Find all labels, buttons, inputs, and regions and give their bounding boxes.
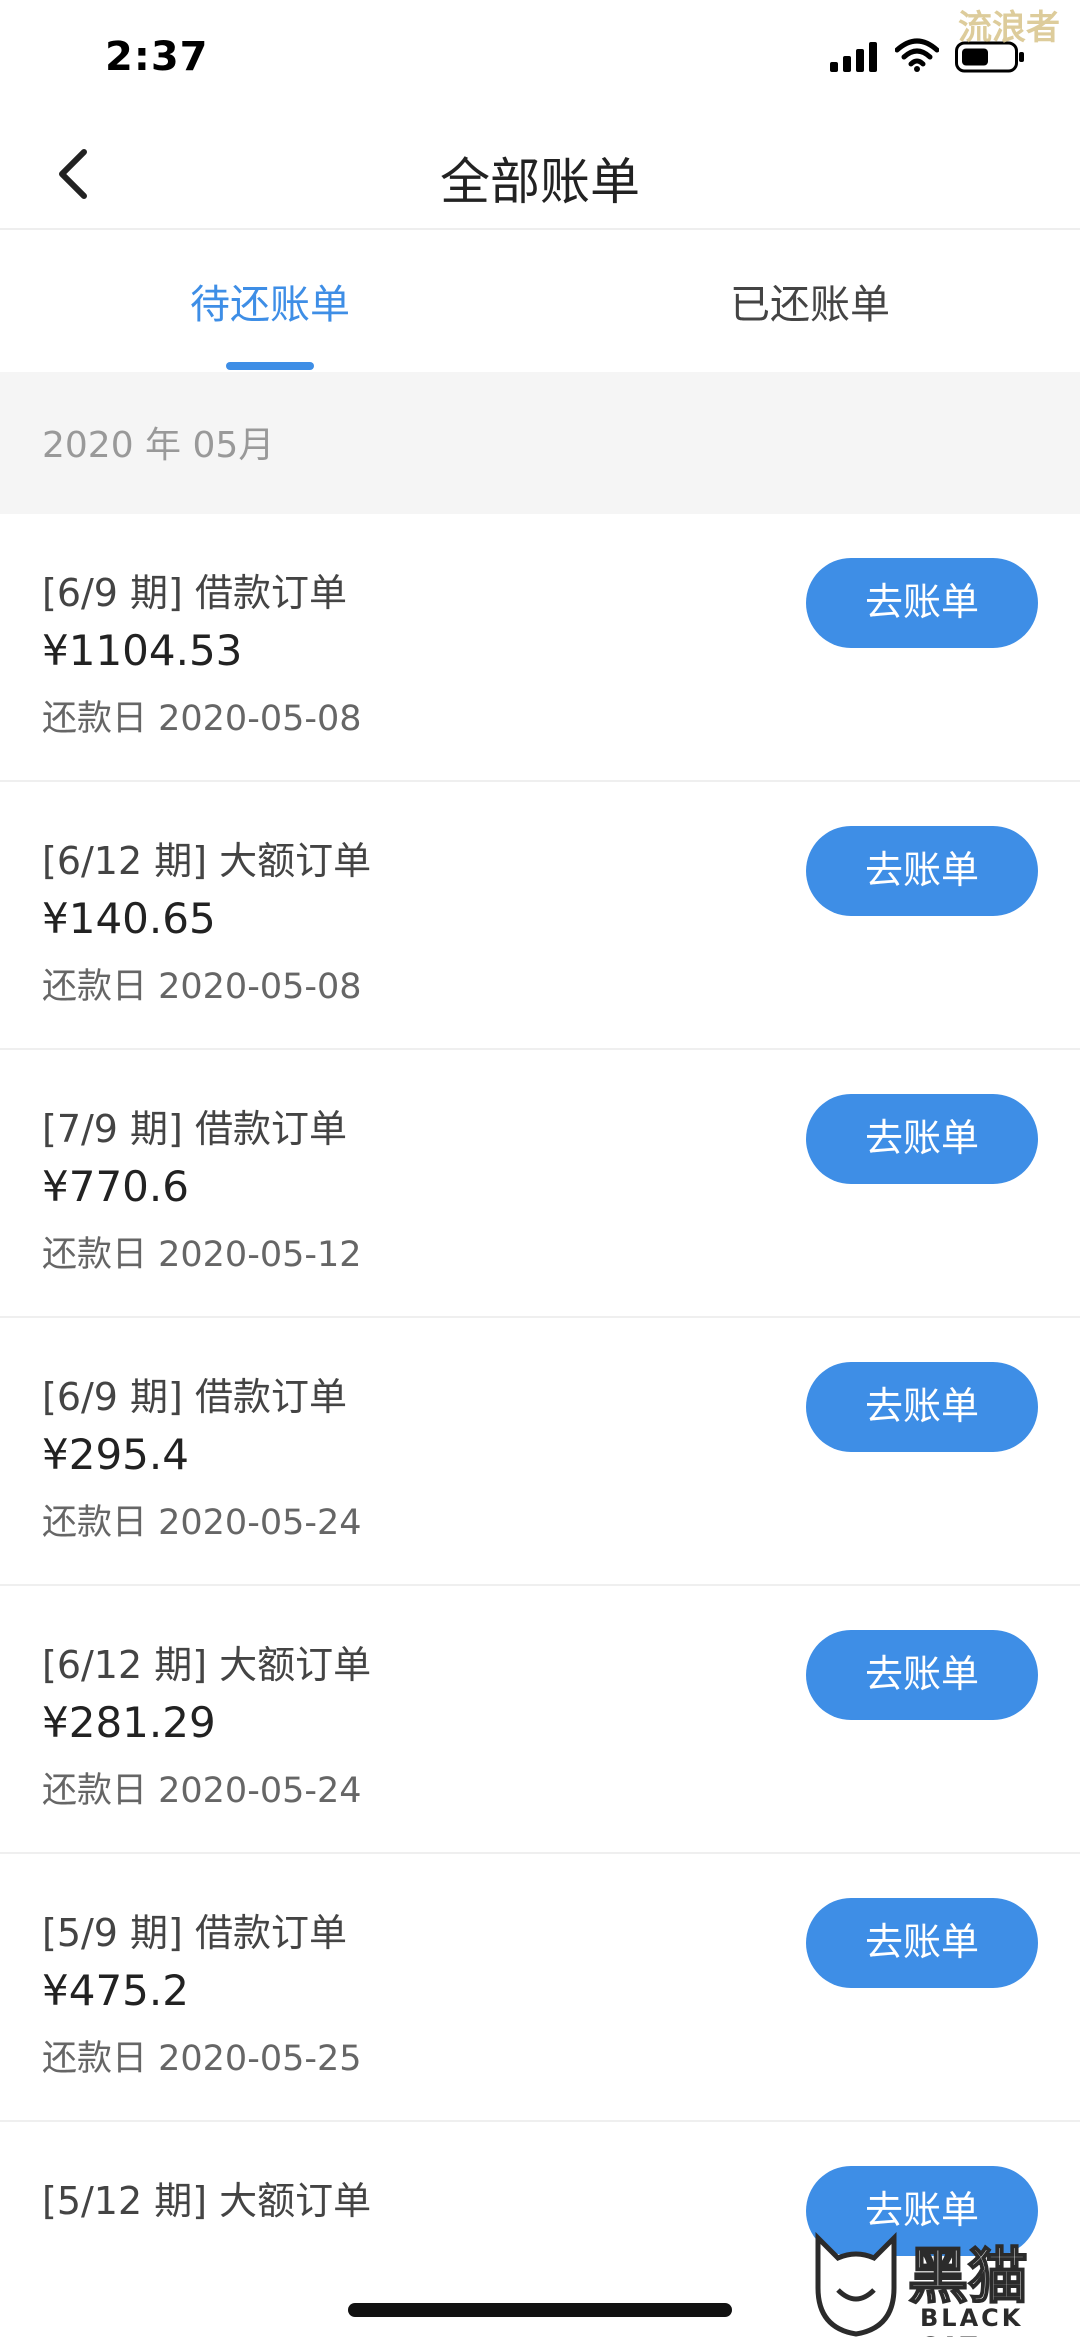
bill-list-item: [6/9 期] 借款订单 ¥1104.53 还款日 2020-05-08 去账单 — [0, 514, 1080, 782]
month-label: 2020 年 05月 — [42, 425, 275, 466]
bill-due-date: 还款日 2020-05-08 — [42, 699, 362, 739]
bill-title: [7/9 期] 借款订单 — [42, 1107, 347, 1151]
bill-due-date: 还款日 2020-05-08 — [42, 967, 362, 1007]
bill-title: [5/12 期] 大额订单 — [42, 2179, 372, 2223]
status-bar: 2:37 流浪者 — [0, 0, 1080, 120]
bill-due-date: 还款日 2020-05-25 — [42, 2039, 362, 2079]
bill-due-date: 还款日 2020-05-12 — [42, 1235, 362, 1275]
watermark-brand-cn: 黑猫 — [907, 2241, 1029, 2313]
bill-list-item: [6/12 期] 大额订单 ¥140.65 还款日 2020-05-08 去账单 — [0, 782, 1080, 1050]
cellular-signal-icon — [830, 42, 877, 72]
view-bill-button[interactable]: 去账单 — [806, 826, 1038, 916]
bill-title: [6/12 期] 大额订单 — [42, 1643, 372, 1687]
view-bill-button[interactable]: 去账单 — [806, 1362, 1038, 1452]
tab-paid-bills[interactable]: 已还账单 — [730, 272, 890, 330]
bill-list: [6/9 期] 借款订单 ¥1104.53 还款日 2020-05-08 去账单… — [0, 514, 1080, 2337]
cat-logo-icon — [815, 2231, 897, 2337]
home-indicator[interactable] — [348, 2303, 732, 2317]
status-time: 2:37 — [105, 34, 209, 80]
bill-amount: ¥475.2 — [42, 1966, 189, 2015]
bill-due-date: 还款日 2020-05-24 — [42, 1771, 362, 1811]
bill-tabs: 待还账单 已还账单 — [0, 232, 1080, 372]
black-cat-watermark: 黑猫 BLACK CAT — [808, 2228, 1080, 2337]
bill-title: [5/9 期] 借款订单 — [42, 1911, 347, 1955]
navigation-bar: 全部账单 — [0, 120, 1080, 230]
bill-title: [6/12 期] 大额订单 — [42, 839, 372, 883]
bill-title: [6/9 期] 借款订单 — [42, 571, 347, 615]
watermark-text: 流浪者 — [958, 8, 1060, 48]
view-bill-button[interactable]: 去账单 — [806, 1898, 1038, 1988]
view-bill-button[interactable]: 去账单 — [806, 1630, 1038, 1720]
watermark-brand-en: BLACK CAT — [920, 2304, 1024, 2337]
bill-amount: ¥140.65 — [42, 894, 216, 943]
bill-amount: ¥770.6 — [42, 1162, 189, 1211]
bill-due-date: 还款日 2020-05-24 — [42, 1503, 362, 1543]
tab-pending-bills[interactable]: 待还账单 — [190, 272, 350, 330]
active-tab-indicator — [226, 362, 314, 370]
view-bill-button[interactable]: 去账单 — [806, 1094, 1038, 1184]
bill-list-item: [5/9 期] 借款订单 ¥475.2 还款日 2020-05-25 去账单 — [0, 1854, 1080, 2122]
bill-list-item: [6/9 期] 借款订单 ¥295.4 还款日 2020-05-24 去账单 — [0, 1318, 1080, 1586]
wifi-icon — [895, 38, 939, 72]
page-title: 全部账单 — [440, 153, 640, 211]
bill-list-item: [7/9 期] 借款订单 ¥770.6 还款日 2020-05-12 去账单 — [0, 1050, 1080, 1318]
bill-amount: ¥281.29 — [42, 1698, 216, 1747]
month-section-header: 2020 年 05月 — [0, 372, 1080, 514]
view-bill-button[interactable]: 去账单 — [806, 558, 1038, 648]
bill-amount: ¥295.4 — [42, 1430, 189, 1479]
bill-title: [6/9 期] 借款订单 — [42, 1375, 347, 1419]
bill-list-item: [6/12 期] 大额订单 ¥281.29 还款日 2020-05-24 去账单 — [0, 1586, 1080, 1854]
bill-amount: ¥1104.53 — [42, 626, 243, 675]
